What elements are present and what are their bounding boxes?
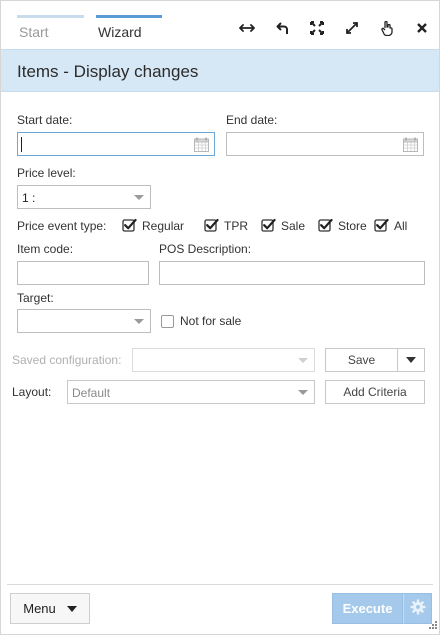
target-label: Target: xyxy=(17,291,54,305)
tab-start[interactable]: Start xyxy=(17,15,84,45)
checkmark-icon xyxy=(204,218,219,233)
expand-icon[interactable] xyxy=(342,18,362,38)
add-criteria-label: Add Criteria xyxy=(343,385,407,399)
menu-button[interactable]: Menu xyxy=(10,593,90,624)
end-date-label: End date: xyxy=(226,113,278,127)
tab-start-label: Start xyxy=(19,24,49,40)
fit-screen-icon[interactable] xyxy=(307,18,327,38)
checkbox-all-label: All xyxy=(394,219,408,233)
checkmark-icon xyxy=(122,218,137,233)
price-level-select[interactable]: 1 : xyxy=(17,185,151,209)
save-button[interactable]: Save xyxy=(325,348,398,372)
saved-configuration-label: Saved configuration: xyxy=(12,353,122,367)
checkbox-sale[interactable]: Sale xyxy=(261,218,306,234)
footer-divider xyxy=(7,584,433,585)
checkbox-not-for-sale-label: Not for sale xyxy=(180,314,242,328)
price-event-type-label: Price event type: xyxy=(17,219,107,233)
price-level-value: 1 : xyxy=(22,191,36,205)
item-code-label: Item code: xyxy=(17,242,74,256)
checkbox-tpr[interactable]: TPR xyxy=(204,218,248,234)
target-select[interactable] xyxy=(17,309,151,333)
price-level-label: Price level: xyxy=(17,166,76,180)
item-code-input[interactable] xyxy=(17,261,149,285)
checkbox-store[interactable]: Store xyxy=(318,218,367,234)
chevron-down-icon xyxy=(298,358,308,363)
pointer-icon[interactable] xyxy=(377,18,397,38)
window: Start Wizard Items - Display changes Sta… xyxy=(0,0,440,635)
page-title: Items - Display changes xyxy=(17,62,199,81)
checkbox-store-label: Store xyxy=(338,219,367,233)
undo-icon[interactable] xyxy=(273,18,293,38)
close-icon[interactable] xyxy=(412,18,432,38)
pos-description-input[interactable] xyxy=(159,261,425,285)
end-date-input[interactable] xyxy=(226,132,424,156)
calendar-icon[interactable] xyxy=(403,137,418,155)
execute-button-label: Execute xyxy=(342,601,393,616)
start-date-input[interactable] xyxy=(17,132,215,156)
execute-button[interactable]: Execute xyxy=(332,593,403,624)
checkbox-tpr-label: TPR xyxy=(224,219,248,233)
save-button-label: Save xyxy=(347,353,376,367)
title-band: Items - Display changes xyxy=(1,49,439,92)
tab-wizard-indicator xyxy=(96,15,162,18)
checkbox-regular-label: Regular xyxy=(142,219,185,233)
tab-wizard[interactable]: Wizard xyxy=(96,15,162,45)
checkmark-icon xyxy=(374,218,389,233)
menu-button-label: Menu xyxy=(23,601,56,616)
gear-icon xyxy=(410,599,426,618)
chevron-down-icon xyxy=(134,319,144,324)
caret-down-icon xyxy=(66,605,77,612)
layout-select[interactable]: Default xyxy=(67,380,315,404)
checkmark-icon xyxy=(318,218,333,233)
save-options-button[interactable] xyxy=(397,348,425,372)
caret-down-icon xyxy=(406,357,416,363)
start-date-label: Start date: xyxy=(17,113,73,127)
checkmark-icon xyxy=(261,218,276,233)
checkbox-sale-label: Sale xyxy=(281,219,306,233)
checkbox-empty-icon xyxy=(161,314,174,328)
pos-description-label: POS Description: xyxy=(159,242,252,256)
saved-configuration-select[interactable] xyxy=(132,348,315,372)
layout-value: Default xyxy=(72,386,111,400)
execute-settings-button[interactable] xyxy=(403,593,432,624)
resize-horizontal-icon[interactable] xyxy=(237,18,257,38)
checkbox-regular[interactable]: Regular xyxy=(122,218,185,234)
chevron-down-icon xyxy=(298,390,308,395)
chevron-down-icon xyxy=(134,195,144,200)
resize-grip-icon[interactable] xyxy=(429,618,437,632)
text-caret xyxy=(21,137,22,152)
tab-start-indicator xyxy=(17,15,84,18)
add-criteria-button[interactable]: Add Criteria xyxy=(325,380,425,404)
tab-wizard-label: Wizard xyxy=(98,24,142,40)
layout-label: Layout: xyxy=(12,385,52,399)
checkbox-not-for-sale[interactable]: Not for sale xyxy=(161,313,241,329)
checkbox-all[interactable]: All xyxy=(374,218,408,234)
calendar-icon[interactable] xyxy=(194,137,209,155)
tab-bar: Start Wizard xyxy=(1,1,439,49)
